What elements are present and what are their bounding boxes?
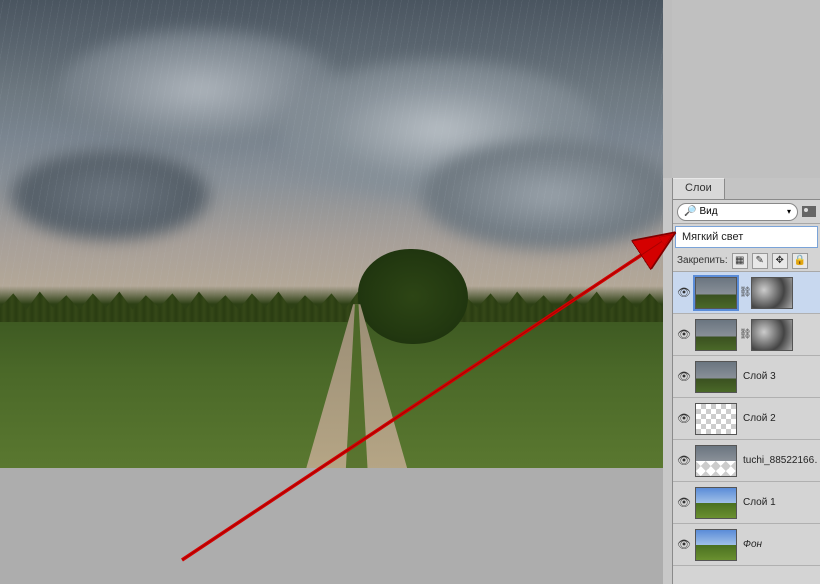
layer-row[interactable]: 👁 Слой 1 — [673, 482, 820, 524]
panel-top-gap — [672, 0, 820, 178]
link-icon[interactable]: ⛓ — [739, 287, 749, 298]
lock-position-button[interactable]: ✥ — [772, 253, 788, 269]
lock-row: Закрепить: ▦ ✎ ✥ 🔒 — [673, 250, 820, 272]
filter-row: 🔎 Вид ▾ — [673, 200, 820, 224]
visibility-eye-icon[interactable]: 👁 — [675, 536, 693, 554]
filter-thumb-icon[interactable] — [802, 206, 816, 217]
layer-name[interactable]: Фон — [739, 539, 762, 550]
panel-gap — [663, 0, 672, 178]
layer-name[interactable]: tuchi_88522166… — [739, 455, 818, 466]
layer-name[interactable]: Слой 1 — [739, 497, 776, 508]
lock-label: Закрепить: — [677, 255, 728, 266]
chevron-down-icon: ▾ — [787, 207, 791, 216]
layer-thumbnail[interactable] — [695, 277, 737, 309]
visibility-eye-icon[interactable]: 👁 — [675, 326, 693, 344]
visibility-eye-icon[interactable]: 👁 — [675, 410, 693, 428]
lock-all-button[interactable]: 🔒 — [792, 253, 808, 269]
layer-row[interactable]: 👁 Фон — [673, 524, 820, 566]
tab-bar: Слои — [673, 178, 820, 200]
layer-filter-select[interactable]: 🔎 Вид ▾ — [677, 203, 798, 221]
layer-thumbnail[interactable] — [695, 403, 737, 435]
layers-list: 👁⛓👁⛓👁Слой 3👁Слой 2👁tuchi_88522166…👁Слой … — [673, 272, 820, 584]
layer-mask-thumbnail[interactable] — [751, 277, 793, 309]
search-icon: 🔎 — [684, 206, 696, 217]
visibility-eye-icon[interactable]: 👁 — [675, 452, 693, 470]
layer-thumbnail[interactable] — [695, 361, 737, 393]
layers-panel: Слои 🔎 Вид ▾ Мягкий свет Закрепить: ▦ ✎ … — [672, 178, 820, 584]
layer-thumbnail[interactable] — [695, 487, 737, 519]
visibility-eye-icon[interactable]: 👁 — [675, 494, 693, 512]
blend-mode-value: Мягкий свет — [682, 231, 743, 243]
visibility-eye-icon[interactable]: 👁 — [675, 368, 693, 386]
lock-pixels-button[interactable]: ✎ — [752, 253, 768, 269]
link-icon[interactable]: ⛓ — [739, 329, 749, 340]
lock-transparency-button[interactable]: ▦ — [732, 253, 748, 269]
layer-thumbnail[interactable] — [695, 445, 737, 477]
canvas-area[interactable] — [0, 0, 663, 584]
layer-thumbnail[interactable] — [695, 319, 737, 351]
layer-mask-thumbnail[interactable] — [751, 319, 793, 351]
tab-layers[interactable]: Слои — [673, 178, 725, 199]
layer-row[interactable]: 👁⛓ — [673, 314, 820, 356]
layer-name[interactable]: Слой 3 — [739, 371, 776, 382]
layer-row[interactable]: 👁 Слой 3 — [673, 356, 820, 398]
layer-row[interactable]: 👁 Слой 2 — [673, 398, 820, 440]
visibility-eye-icon[interactable]: 👁 — [675, 284, 693, 302]
layer-row[interactable]: 👁⛓ — [673, 272, 820, 314]
filter-label: Вид — [699, 206, 717, 217]
canvas-image — [0, 0, 663, 468]
layer-name[interactable]: Слой 2 — [739, 413, 776, 424]
layer-row[interactable]: 👁 tuchi_88522166… — [673, 440, 820, 482]
blend-mode-select[interactable]: Мягкий свет — [675, 226, 818, 248]
layer-thumbnail[interactable] — [695, 529, 737, 561]
